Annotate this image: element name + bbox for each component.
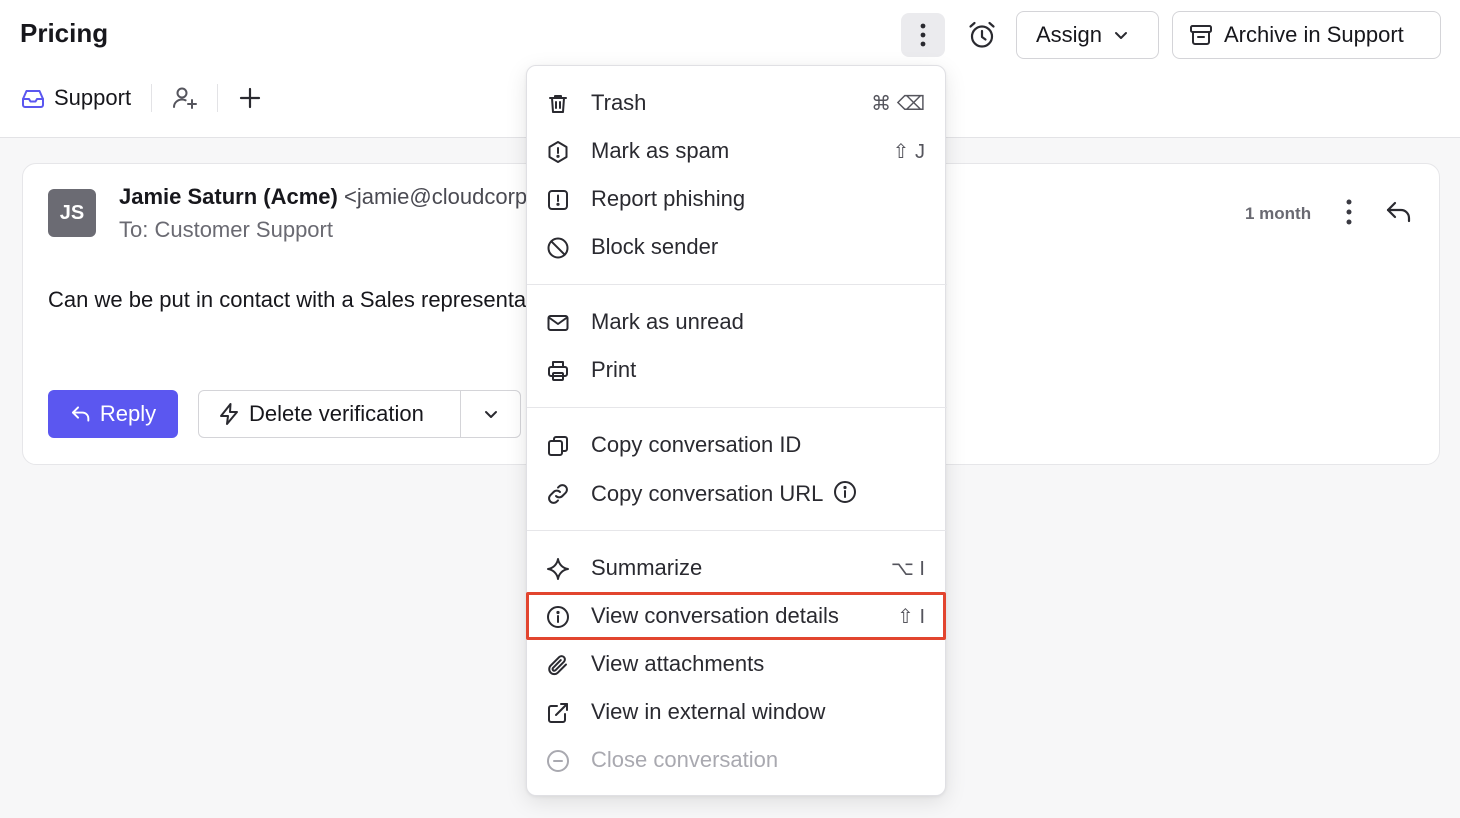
phishing-icon — [545, 187, 571, 213]
menu-item-print[interactable]: Print — [527, 346, 947, 394]
menu-item-label: Close conversation — [591, 747, 779, 772]
menu-item-external-window[interactable]: View in external window — [527, 688, 947, 736]
menu-item-label: Trash — [591, 90, 647, 115]
info-icon — [545, 604, 571, 630]
archive-button[interactable]: Archive in Support — [1172, 11, 1441, 59]
menu-item-report-phishing[interactable]: Report phishing — [527, 175, 947, 223]
sparkle-icon — [545, 556, 571, 582]
menu-item-view-details[interactable]: View conversation details ⇧ I — [527, 592, 947, 640]
menu-item-label: Summarize — [591, 555, 703, 580]
more-actions-button[interactable] — [901, 13, 945, 57]
tab-support-label: Support — [54, 85, 132, 110]
menu-item-label: View attachments — [591, 651, 765, 676]
external-link-icon — [545, 700, 571, 726]
chevron-down-icon — [484, 411, 497, 418]
recipient-line: To: Customer Support — [119, 217, 333, 242]
message-reply-button[interactable] — [1383, 196, 1415, 228]
paperclip-icon — [545, 652, 571, 678]
menu-item-shortcut: ⌘ ⌫ — [871, 92, 925, 115]
menu-item-label: View in external window — [591, 699, 826, 724]
menu-item-shortcut: ⇧ J — [892, 140, 925, 163]
sender-name: Jamie Saturn (Acme) — [119, 184, 338, 209]
archive-label: Archive in Support — [1224, 22, 1404, 47]
vertical-dots-icon — [920, 23, 926, 47]
menu-item-shortcut: ⇧ I — [897, 605, 925, 628]
assign-label: Assign — [1036, 22, 1103, 47]
lightning-icon — [220, 403, 238, 425]
vertical-dots-icon — [1346, 199, 1352, 225]
menu-item-summarize[interactable]: Summarize ⌥ I — [527, 544, 947, 592]
link-icon — [545, 481, 571, 507]
macro-split-button: Delete verification — [198, 390, 521, 438]
page-title: Pricing — [20, 18, 109, 48]
reply-arrow-icon — [71, 406, 90, 422]
macro-label: Delete verification — [249, 401, 424, 426]
menu-item-shortcut: ⌥ I — [890, 557, 925, 580]
chevron-down-icon — [1115, 32, 1128, 39]
menu-item-label: View conversation details — [591, 603, 839, 628]
add-participant-button[interactable] — [152, 84, 219, 112]
message-more-button[interactable] — [1333, 196, 1365, 228]
message-body: Can we be put in contact with a Sales re… — [48, 287, 573, 312]
alarm-clock-icon — [969, 21, 995, 48]
assign-button[interactable]: Assign — [1016, 11, 1159, 59]
reply-button[interactable]: Reply — [48, 390, 178, 438]
menu-item-block-sender[interactable]: Block sender — [527, 223, 947, 271]
add-tab-button[interactable] — [218, 84, 282, 112]
minus-circle-icon — [545, 748, 571, 774]
menu-item-copy-id[interactable]: Copy conversation ID — [527, 421, 947, 469]
run-macro-button[interactable]: Delete verification — [199, 391, 461, 437]
info-icon — [834, 480, 857, 503]
envelope-icon — [545, 310, 571, 336]
menu-item-trash[interactable]: Trash ⌘ ⌫ — [527, 79, 947, 127]
inbox-icon — [22, 90, 44, 108]
snooze-button[interactable] — [960, 13, 1004, 57]
menu-item-mark-spam[interactable]: Mark as spam ⇧ J — [527, 127, 947, 175]
menu-item-label: Report phishing — [591, 186, 746, 211]
menu-item-copy-url[interactable]: Copy conversation URL — [527, 469, 947, 517]
trash-icon — [545, 91, 571, 117]
macro-dropdown-button[interactable] — [461, 391, 520, 437]
message-timestamp: 1 month — [1245, 204, 1312, 223]
user-plus-icon — [172, 87, 197, 109]
menu-item-mark-unread[interactable]: Mark as unread — [527, 298, 947, 346]
avatar: JS — [48, 189, 96, 237]
archive-icon — [1190, 25, 1212, 45]
plus-icon — [239, 87, 261, 109]
menu-item-label: Copy conversation ID — [591, 432, 802, 457]
menu-item-label: Block sender — [591, 234, 719, 259]
menu-item-close-conversation: Close conversation — [527, 736, 947, 784]
copy-icon — [545, 433, 571, 459]
menu-divider — [527, 284, 947, 285]
printer-icon — [545, 358, 571, 384]
reply-arrow-icon — [1386, 201, 1411, 223]
spam-icon — [545, 139, 571, 165]
block-icon — [545, 235, 571, 261]
reply-button-label: Reply — [99, 401, 157, 426]
menu-item-label: Print — [591, 357, 637, 382]
menu-item-label: Mark as unread — [591, 309, 744, 334]
tabs-row: Support — [20, 76, 282, 120]
menu-item-label: Copy conversation URL — [591, 480, 857, 507]
tab-support[interactable]: Support — [20, 84, 153, 112]
more-actions-menu: Trash ⌘ ⌫ Mark as spam ⇧ J Report phishi… — [526, 65, 947, 796]
menu-divider — [527, 530, 947, 531]
menu-item-view-attachments[interactable]: View attachments — [527, 640, 947, 688]
menu-divider — [527, 407, 947, 408]
sender-line: Jamie Saturn (Acme) <jamie@cloudcorp.com… — [119, 184, 588, 210]
menu-item-label: Mark as spam — [591, 138, 730, 163]
